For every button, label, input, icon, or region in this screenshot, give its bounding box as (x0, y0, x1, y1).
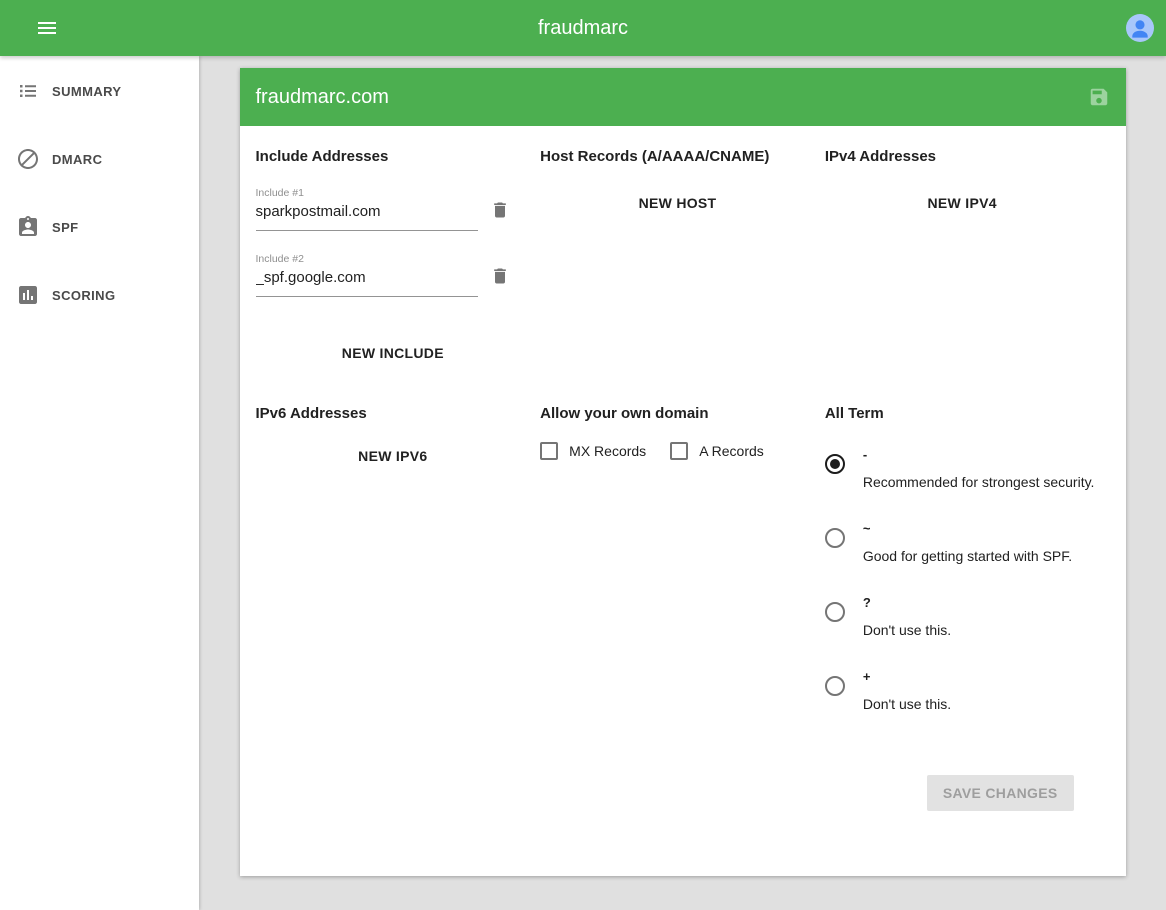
section-all-term: All Term - Recommended for strongest sec… (825, 405, 1110, 712)
radio-selected-icon[interactable] (825, 454, 845, 474)
include-field-1: Include #1 (256, 187, 531, 231)
menu-icon[interactable] (35, 16, 59, 40)
domain-title: fraudmarc.com (256, 86, 1088, 109)
sidebar-item-label: SCORING (52, 288, 115, 303)
section-allow-own-domain: Allow your own domain MX Records A Recor… (540, 405, 825, 712)
include-input-2[interactable] (256, 265, 478, 297)
radio-option-fail[interactable]: - Recommended for strongest security. (825, 448, 1100, 490)
sidebar-item-scoring[interactable]: SCORING (0, 271, 199, 319)
sidebar: SUMMARY DMARC SPF SCORING (0, 56, 199, 910)
domain-card: fraudmarc.com Include Addresses Include … (240, 68, 1126, 876)
sidebar-item-label: SUMMARY (52, 84, 121, 99)
section-title: IPv4 Addresses (825, 148, 1100, 165)
section-title: Allow your own domain (540, 405, 815, 422)
checkbox-label: A Records (699, 443, 764, 459)
delete-include-2-trash-icon[interactable] (490, 266, 510, 286)
block-icon (16, 147, 40, 171)
domain-card-body: Include Addresses Include #1 (240, 126, 1126, 876)
section-title: IPv6 Addresses (256, 405, 531, 422)
app-bar: fraudmarc (0, 0, 1166, 56)
include-field-2: Include #2 (256, 253, 531, 297)
radio-text: ? Don't use this. (863, 596, 951, 638)
radio-symbol: + (863, 670, 951, 684)
save-changes-button[interactable]: SAVE CHANGES (927, 775, 1074, 811)
include-input-wrap: Include #1 (256, 187, 478, 231)
radio-text: - Recommended for strongest security. (863, 448, 1095, 490)
radio-unselected-icon[interactable] (825, 676, 845, 696)
section-ipv4-addresses: IPv4 Addresses NEW IPV4 (825, 148, 1110, 371)
radio-symbol: ? (863, 596, 951, 610)
radio-option-softfail[interactable]: ~ Good for getting started with SPF. (825, 522, 1100, 564)
checkbox-label: MX Records (569, 443, 646, 459)
list-icon (16, 79, 40, 103)
bar-chart-icon (16, 283, 40, 307)
radio-unselected-icon[interactable] (825, 602, 845, 622)
radio-option-pass[interactable]: + Don't use this. (825, 670, 1100, 712)
new-ipv6-button[interactable]: NEW IPV6 (350, 438, 435, 474)
radio-description: Recommended for strongest security. (863, 474, 1095, 490)
radio-description: Don't use this. (863, 696, 951, 712)
section-title: All Term (825, 405, 1100, 422)
radio-symbol: - (863, 448, 1095, 462)
sidebar-item-summary[interactable]: SUMMARY (0, 67, 199, 115)
checkbox-icon[interactable] (670, 442, 688, 460)
include-input-label: Include #1 (256, 187, 478, 199)
section-title: Host Records (A/AAAA/CNAME) (540, 148, 815, 165)
content-area: fraudmarc.com Include Addresses Include … (199, 56, 1166, 910)
app-title: fraudmarc (538, 17, 628, 40)
include-input-label: Include #2 (256, 253, 478, 265)
checkbox-icon[interactable] (540, 442, 558, 460)
radio-option-neutral[interactable]: ? Don't use this. (825, 596, 1100, 638)
sidebar-item-spf[interactable]: SPF (0, 203, 199, 251)
settings-row-2: IPv6 Addresses NEW IPV6 Allow your own d… (256, 405, 1110, 712)
radio-description: Good for getting started with SPF. (863, 548, 1072, 564)
save-icon[interactable] (1088, 86, 1110, 108)
include-input-1[interactable] (256, 199, 478, 231)
badge-icon (16, 215, 40, 239)
section-ipv6-addresses: IPv6 Addresses NEW IPV6 (256, 405, 541, 712)
new-include-button[interactable]: NEW INCLUDE (334, 335, 452, 371)
user-avatar-icon[interactable] (1126, 14, 1154, 42)
sidebar-item-label: SPF (52, 220, 78, 235)
radio-description: Don't use this. (863, 622, 951, 638)
card-footer: SAVE CHANGES (256, 745, 1110, 860)
new-host-button[interactable]: NEW HOST (631, 185, 725, 221)
sidebar-item-dmarc[interactable]: DMARC (0, 135, 199, 183)
include-input-wrap: Include #2 (256, 253, 478, 297)
radio-unselected-icon[interactable] (825, 528, 845, 548)
checkbox-a-records[interactable]: A Records (670, 442, 764, 460)
radio-text: ~ Good for getting started with SPF. (863, 522, 1072, 564)
section-host-records: Host Records (A/AAAA/CNAME) NEW HOST (540, 148, 825, 371)
radio-text: + Don't use this. (863, 670, 951, 712)
domain-card-header: fraudmarc.com (240, 68, 1126, 126)
checkbox-mx-records[interactable]: MX Records (540, 442, 646, 460)
section-title: Include Addresses (256, 148, 531, 165)
settings-row-1: Include Addresses Include #1 (256, 148, 1110, 371)
sidebar-item-label: DMARC (52, 152, 102, 167)
new-ipv4-button[interactable]: NEW IPV4 (920, 185, 1005, 221)
radio-symbol: ~ (863, 522, 1072, 536)
section-include-addresses: Include Addresses Include #1 (256, 148, 541, 371)
allow-domain-checkboxes: MX Records A Records (540, 442, 815, 460)
delete-include-1-trash-icon[interactable] (490, 200, 510, 220)
